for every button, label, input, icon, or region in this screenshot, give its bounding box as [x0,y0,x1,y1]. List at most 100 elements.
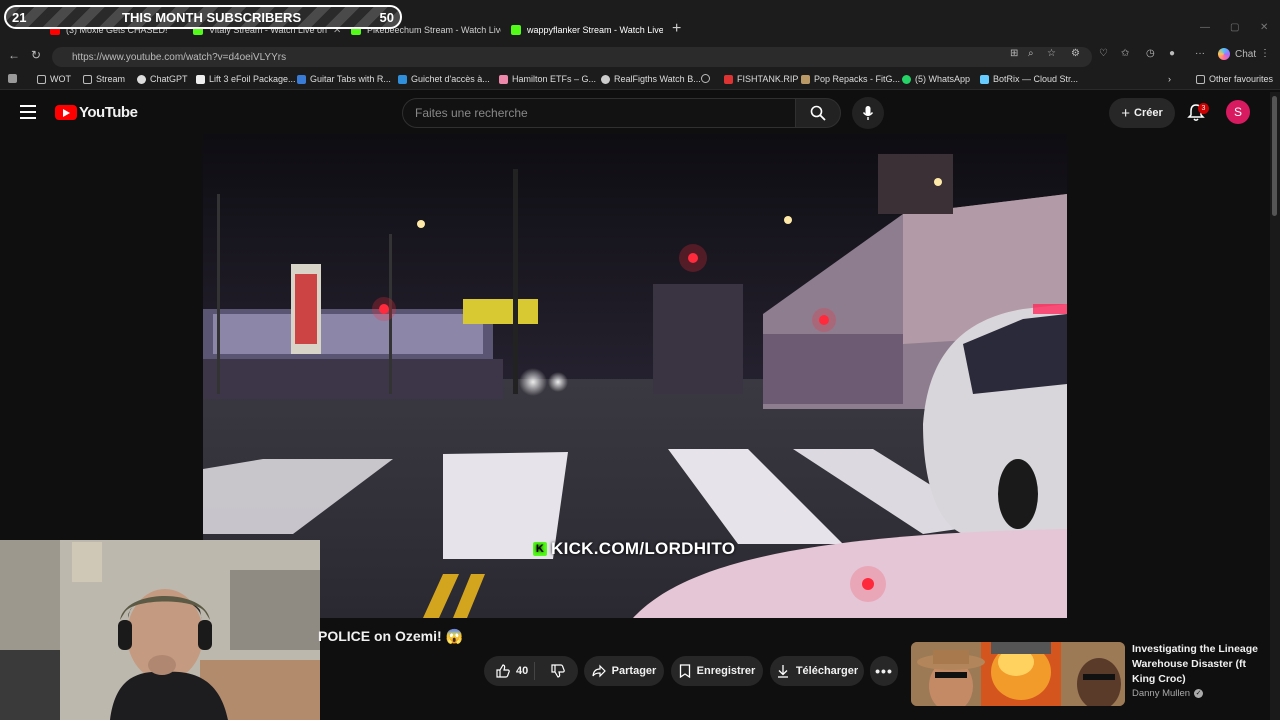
bookmark-stream[interactable]: Stream [83,74,125,84]
more-actions-button[interactable]: ••• [870,656,898,686]
bookmark-guitar-tabs[interactable]: Guitar Tabs with R... [297,74,391,84]
bookmark-label: Other favourites [1209,74,1274,84]
bookmark-label: Guitar Tabs with R... [310,74,391,84]
copilot-chat-button[interactable]: Chat [1218,48,1256,60]
logo-text: YouTube [79,104,138,121]
bookmark-label: ChatGPT [150,74,188,84]
address-bar[interactable]: https://www.youtube.com/watch?v=d4oeiVLY… [52,47,1092,67]
video-title: POLICE on Ozemi! 😱 [318,628,463,644]
kick-logo-icon: K [533,542,547,556]
history-icon[interactable]: ◷ [1146,48,1155,59]
share-label: Partager [611,665,657,677]
bookmark-wot[interactable]: WOT [37,74,71,84]
overlay-title: THIS MONTH SUBSCRIBERS [122,9,302,25]
recommended-channel[interactable]: Danny Mullen ✓ [1132,688,1204,699]
menu-icon[interactable] [20,105,36,119]
bookmarks-bar: WOT Stream ChatGPT Lift 3 eFoil Package.… [0,70,1280,90]
plus-icon: + [1121,104,1130,122]
favorites-icon[interactable]: ✩ [1121,48,1129,59]
browser-essentials-icon[interactable]: ♡ [1099,48,1108,59]
channel-name: Danny Mullen [1132,688,1191,699]
zoom-icon[interactable]: ⌕ [1028,48,1034,59]
download-icon [777,665,788,678]
scrollbar-thumb[interactable] [1272,96,1277,216]
kick-badge-letter: K [535,543,545,555]
app-icon[interactable]: ⊞ [1010,48,1018,59]
download-label: Télécharger [795,665,859,677]
save-label: Enregistrer [696,665,756,677]
maximize-icon[interactable]: ▢ [1230,22,1239,33]
bookmark-other-favourites[interactable]: Other favourites [1196,74,1273,84]
like-dislike-group: 40 [484,656,578,686]
youtube-play-icon [55,105,77,120]
bookmark-label: Stream [96,74,126,84]
bookmark-guichet[interactable]: Guichet d'accès à... [398,74,490,84]
bookmark-fishtank[interactable]: FISHTANK.RIP [724,74,798,84]
close-window-icon[interactable]: ✕ [1260,22,1268,33]
tab-wappyflanker[interactable]: wappyflanker Stream - Watch Live ✕ [511,20,663,40]
bookmark-label: (5) WhatsApp [915,74,971,84]
page-scrollbar[interactable] [1270,92,1280,720]
voice-search-button[interactable] [852,97,884,129]
search-button[interactable] [795,98,841,128]
subscriber-goal: 50 [379,9,394,25]
watermark-text: KICK.COM/LORDHITO [551,539,736,558]
webcam-image [0,540,320,720]
divider [534,662,535,680]
new-tab-button[interactable]: + [672,20,681,38]
kick-favicon-icon [511,25,521,35]
like-count: 40 [516,665,529,677]
bookmark-label: FISHTANK.RIP [737,74,799,84]
chat-label: Chat [1235,48,1257,60]
recommended-video-thumbnail[interactable] [911,642,1125,706]
bookmark-icon[interactable] [8,74,21,83]
bookmark-chatgpt[interactable]: ChatGPT [137,74,188,84]
address-bar-row: ← ↻ https://www.youtube.com/watch?v=d4oe… [0,44,1280,70]
share-button[interactable]: Partager [584,656,664,686]
verified-check-icon: ✓ [1194,689,1204,698]
save-button[interactable]: Enregistrer [671,656,763,686]
bookmark-realfigths[interactable]: RealFigths Watch B... [601,74,701,84]
chevron-right-icon[interactable]: › [1168,74,1171,84]
tab-title: wappyflanker Stream - Watch Live [527,25,663,35]
bookmark-pop-repacks[interactable]: Pop Repacks - FitG... [801,74,900,84]
download-button[interactable]: Télécharger [770,656,864,686]
bookmark-botrix[interactable]: BotRix — Cloud Str... [980,74,1078,84]
bookmark-whatsapp[interactable]: (5) WhatsApp [902,74,970,84]
minimize-icon[interactable]: — [1200,22,1210,33]
profile-icon[interactable]: ● [1169,48,1175,59]
bookmark-lift[interactable]: Lift 3 eFoil Package... [196,74,296,84]
bookmark-save-icon [679,664,690,678]
bookmark-label: WOT [50,74,71,84]
bookmark-label: Lift 3 eFoil Package... [209,74,296,84]
more-menu-icon[interactable]: ··· [1195,48,1205,59]
recommended-video-title[interactable]: Investigating the Lineage Warehouse Disa… [1132,642,1262,687]
share-icon [592,664,606,678]
extension-icon[interactable]: ⚙ [1071,48,1080,59]
youtube-header: YouTube Faites une recherche + Créer S [0,92,1270,134]
avatar[interactable]: S [1226,100,1250,124]
video-player[interactable]: K KICK.COM/LORDHITO [203,134,1067,618]
bookmark-label: Guichet d'accès à... [411,74,490,84]
youtube-logo[interactable]: YouTube [55,104,138,121]
bookmark-hamilton[interactable]: Hamilton ETFs – G... [499,74,596,84]
bookmark-label: Pop Repacks - FitG... [814,74,901,84]
more-menu-icon[interactable]: ⋮ [1260,48,1270,59]
create-label: Créer [1134,107,1163,119]
avatar-letter: S [1233,105,1242,119]
back-icon[interactable]: ← [8,48,20,62]
subscriber-goal-overlay: 21 THIS MONTH SUBSCRIBERS 50 [4,5,402,29]
microphone-icon [862,106,874,120]
bookmark-label: BotRix — Cloud Str... [993,74,1079,84]
notification-count: 3 [1201,105,1206,112]
create-button[interactable]: + Créer [1109,98,1175,128]
thumbs-down-icon [551,664,565,678]
search-input[interactable]: Faites une recherche [402,98,796,128]
reload-icon[interactable]: ↻ [31,48,41,62]
favorite-star-icon[interactable]: ☆ [1047,48,1056,59]
search-icon [810,105,826,121]
like-button[interactable]: 40 [496,664,528,678]
subscriber-count: 21 [12,9,27,25]
dislike-button[interactable] [551,664,571,681]
bookmark-globe[interactable] [701,74,714,83]
